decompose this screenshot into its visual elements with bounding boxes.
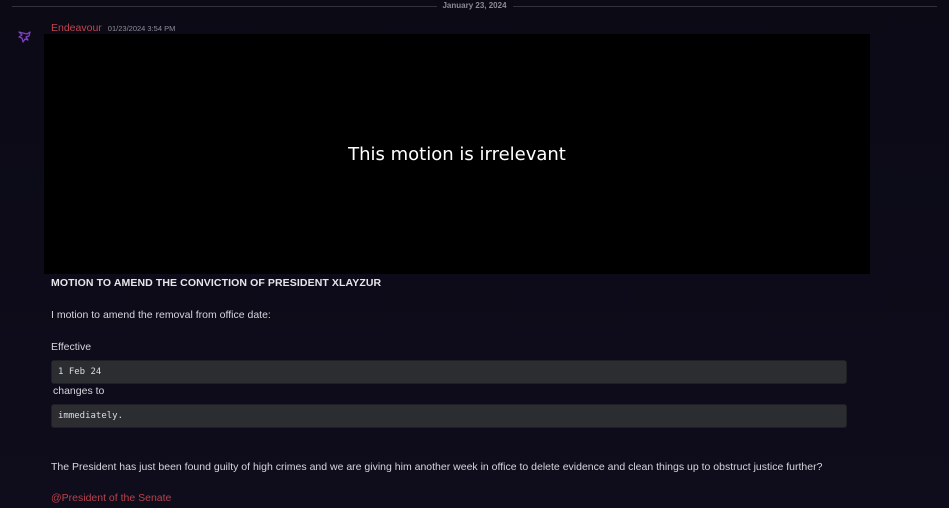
author-name[interactable]: Endeavour: [51, 22, 102, 34]
code-block: 1 Feb 24: [51, 360, 847, 384]
motion-heading: MOTION TO AMEND THE CONVICTION OF PRESID…: [51, 277, 382, 289]
message-line: Effective: [51, 341, 92, 353]
date-divider-label: January 23, 2024: [436, 0, 513, 12]
message-line: The President has just been found guilty…: [51, 461, 823, 473]
message-timestamp: 01/23/2024 3:54 PM: [107, 24, 176, 33]
avatar[interactable]: [16, 28, 34, 46]
date-divider: January 23, 2024: [0, 0, 949, 12]
code-block: immediately.: [51, 404, 847, 428]
message-line: I motion to amend the removal from offic…: [51, 309, 271, 321]
message-line: changes to: [53, 385, 105, 397]
chat-view: January 23, 2024 Endeavour 01/23/2024 3:…: [0, 0, 949, 508]
attached-image[interactable]: This motion is irrelevant: [44, 34, 870, 274]
bird-icon: [18, 31, 31, 43]
user-mention[interactable]: @President of the Senate: [51, 492, 171, 504]
image-caption: This motion is irrelevant: [348, 143, 566, 165]
